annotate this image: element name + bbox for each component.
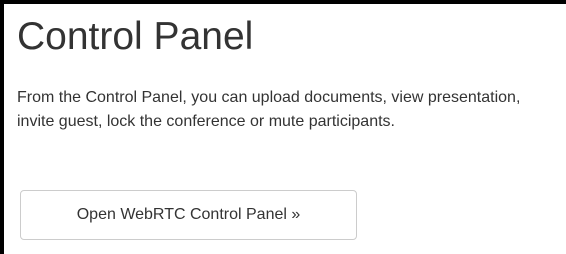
page-title: Control Panel bbox=[17, 15, 254, 58]
open-webrtc-control-panel-button[interactable]: Open WebRTC Control Panel » bbox=[20, 190, 357, 240]
control-panel-section: Control Panel From the Control Panel, yo… bbox=[0, 0, 566, 254]
control-panel-description: From the Control Panel, you can upload d… bbox=[17, 89, 521, 130]
